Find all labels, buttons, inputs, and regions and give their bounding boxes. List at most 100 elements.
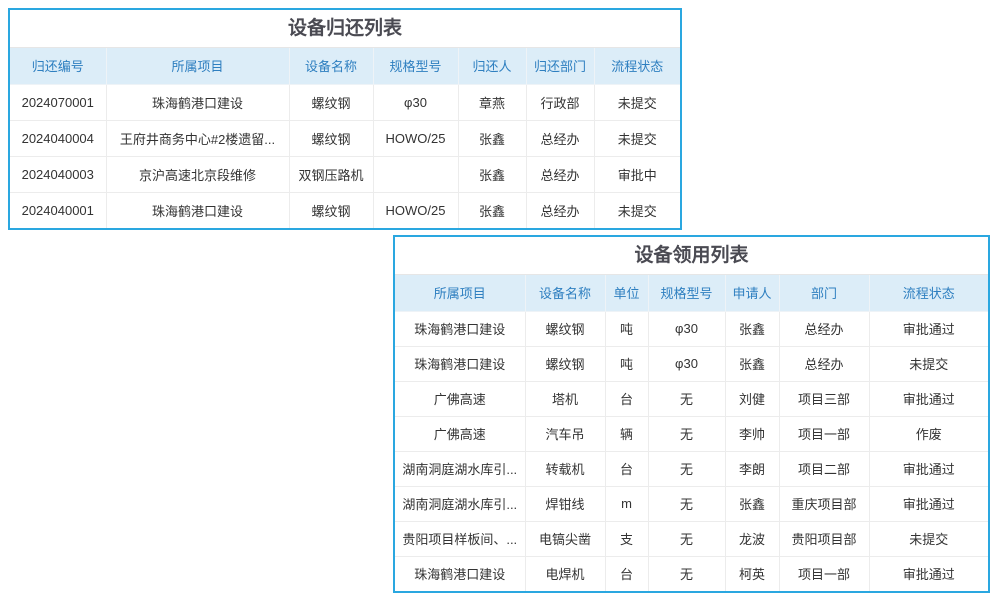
applicant-link[interactable]: 刘健 — [725, 381, 779, 416]
requisition-table-row: 湖南洞庭湖水库引... 转载机 台 无 李朗 项目二部 审批通过 — [395, 451, 988, 486]
cell-device-name: 螺纹钢 — [289, 84, 373, 120]
status-badge: 作废 — [869, 416, 988, 451]
applicant-link[interactable]: 李帅 — [725, 416, 779, 451]
device-name-link[interactable]: 电焊机 — [525, 556, 605, 591]
col-header-spec-model: 规格型号 — [648, 275, 725, 311]
cell-unit: 支 — [605, 521, 648, 556]
return-table-header-row: 归还编号 所属项目 设备名称 规格型号 归还人 归还部门 流程状态 — [10, 48, 680, 84]
cell-return-no: 2024070001 — [10, 84, 106, 120]
return-table-row: 2024040001 珠海鹤港口建设 螺纹钢 HOWO/25 张鑫 总经办 未提… — [10, 192, 680, 228]
device-name-link[interactable]: 螺纹钢 — [525, 311, 605, 346]
device-name-link[interactable]: 转载机 — [525, 451, 605, 486]
status-badge: 未提交 — [869, 521, 988, 556]
cell-dept: 总经办 — [779, 346, 869, 381]
cell-return-no: 2024040003 — [10, 156, 106, 192]
applicant-link[interactable]: 张鑫 — [725, 486, 779, 521]
cell-status: 未提交 — [594, 120, 680, 156]
device-name-link[interactable]: 汽车吊 — [525, 416, 605, 451]
return-table-row: 2024040004 王府井商务中心#2楼遗留... 螺纹钢 HOWO/25 张… — [10, 120, 680, 156]
cell-dept: 总经办 — [779, 311, 869, 346]
col-header-project: 所属项目 — [395, 275, 525, 311]
requisition-table-title: 设备领用列表 — [395, 237, 988, 275]
requisition-table-row: 珠海鹤港口建设 电焊机 台 无 柯英 项目一部 审批通过 — [395, 556, 988, 591]
requisition-table-row: 珠海鹤港口建设 螺纹钢 吨 φ30 张鑫 总经办 审批通过 — [395, 311, 988, 346]
status-badge: 审批通过 — [869, 311, 988, 346]
cell-unit: 台 — [605, 556, 648, 591]
requisition-table-panel: 设备领用列表 所属项目 设备名称 单位 规格型号 申请人 部门 流程状态 珠海鹤… — [393, 235, 990, 593]
cell-spec-model: φ30 — [373, 84, 458, 120]
page-root: { "return_table": { "title": "设备归还列表", "… — [0, 0, 1000, 600]
device-name-link[interactable]: 塔机 — [525, 381, 605, 416]
cell-returner: 张鑫 — [458, 120, 526, 156]
cell-spec-model — [373, 156, 458, 192]
applicant-link[interactable]: 柯英 — [725, 556, 779, 591]
cell-return-dept: 行政部 — [526, 84, 594, 120]
cell-device-name: 螺纹钢 — [289, 192, 373, 228]
cell-unit: 吨 — [605, 346, 648, 381]
device-name-link[interactable]: 焊钳线 — [525, 486, 605, 521]
cell-unit: 台 — [605, 451, 648, 486]
col-header-unit: 单位 — [605, 275, 648, 311]
cell-device-name: 螺纹钢 — [289, 120, 373, 156]
cell-spec-model: φ30 — [648, 346, 725, 381]
cell-return-no: 2024040001 — [10, 192, 106, 228]
device-name-link[interactable]: 电镐尖凿 — [525, 521, 605, 556]
applicant-link[interactable]: 李朗 — [725, 451, 779, 486]
cell-spec-model: 无 — [648, 486, 725, 521]
device-name-link[interactable]: 螺纹钢 — [525, 346, 605, 381]
requisition-table-row: 贵阳项目样板间、... 电镐尖凿 支 无 龙波 贵阳项目部 未提交 — [395, 521, 988, 556]
cell-return-dept: 总经办 — [526, 120, 594, 156]
cell-dept: 项目一部 — [779, 556, 869, 591]
cell-status: 审批中 — [594, 156, 680, 192]
col-header-device-name: 设备名称 — [525, 275, 605, 311]
return-table-row: 2024040003 京沪高速北京段维修 双钢压路机 张鑫 总经办 审批中 — [10, 156, 680, 192]
requisition-table-header-row: 所属项目 设备名称 单位 规格型号 申请人 部门 流程状态 — [395, 275, 988, 311]
cell-project: 广佛高速 — [395, 416, 525, 451]
cell-return-dept: 总经办 — [526, 156, 594, 192]
col-header-project: 所属项目 — [106, 48, 289, 84]
requisition-table: 所属项目 设备名称 单位 规格型号 申请人 部门 流程状态 珠海鹤港口建设 螺纹… — [395, 275, 988, 591]
cell-spec-model: 无 — [648, 451, 725, 486]
cell-unit: m — [605, 486, 648, 521]
col-header-dept: 部门 — [779, 275, 869, 311]
cell-returner: 章燕 — [458, 84, 526, 120]
status-badge: 审批通过 — [869, 556, 988, 591]
applicant-link[interactable]: 龙波 — [725, 521, 779, 556]
cell-spec-model: 无 — [648, 521, 725, 556]
cell-returner: 张鑫 — [458, 156, 526, 192]
cell-project: 珠海鹤港口建设 — [395, 311, 525, 346]
cell-status: 未提交 — [594, 192, 680, 228]
cell-dept: 贵阳项目部 — [779, 521, 869, 556]
cell-project: 王府井商务中心#2楼遗留... — [106, 120, 289, 156]
cell-dept: 项目二部 — [779, 451, 869, 486]
cell-project: 京沪高速北京段维修 — [106, 156, 289, 192]
status-badge: 审批通过 — [869, 381, 988, 416]
status-badge: 审批通过 — [869, 486, 988, 521]
col-header-spec-model: 规格型号 — [373, 48, 458, 84]
requisition-table-row: 广佛高速 汽车吊 辆 无 李帅 项目一部 作废 — [395, 416, 988, 451]
cell-spec-model: φ30 — [648, 311, 725, 346]
cell-device-name: 双钢压路机 — [289, 156, 373, 192]
cell-project: 珠海鹤港口建设 — [106, 84, 289, 120]
cell-project: 湖南洞庭湖水库引... — [395, 486, 525, 521]
cell-dept: 项目三部 — [779, 381, 869, 416]
cell-dept: 项目一部 — [779, 416, 869, 451]
applicant-link[interactable]: 张鑫 — [725, 311, 779, 346]
cell-return-no: 2024040004 — [10, 120, 106, 156]
return-table-row: 2024070001 珠海鹤港口建设 螺纹钢 φ30 章燕 行政部 未提交 — [10, 84, 680, 120]
col-header-applicant: 申请人 — [725, 275, 779, 311]
requisition-table-row: 广佛高速 塔机 台 无 刘健 项目三部 审批通过 — [395, 381, 988, 416]
cell-unit: 台 — [605, 381, 648, 416]
col-header-return-dept: 归还部门 — [526, 48, 594, 84]
cell-spec-model: 无 — [648, 416, 725, 451]
col-header-return-no: 归还编号 — [10, 48, 106, 84]
status-badge: 审批通过 — [869, 451, 988, 486]
cell-return-dept: 总经办 — [526, 192, 594, 228]
col-header-status: 流程状态 — [594, 48, 680, 84]
cell-project: 广佛高速 — [395, 381, 525, 416]
cell-spec-model: HOWO/25 — [373, 192, 458, 228]
cell-status: 未提交 — [594, 84, 680, 120]
col-header-device-name: 设备名称 — [289, 48, 373, 84]
cell-project: 珠海鹤港口建设 — [395, 346, 525, 381]
applicant-link[interactable]: 张鑫 — [725, 346, 779, 381]
